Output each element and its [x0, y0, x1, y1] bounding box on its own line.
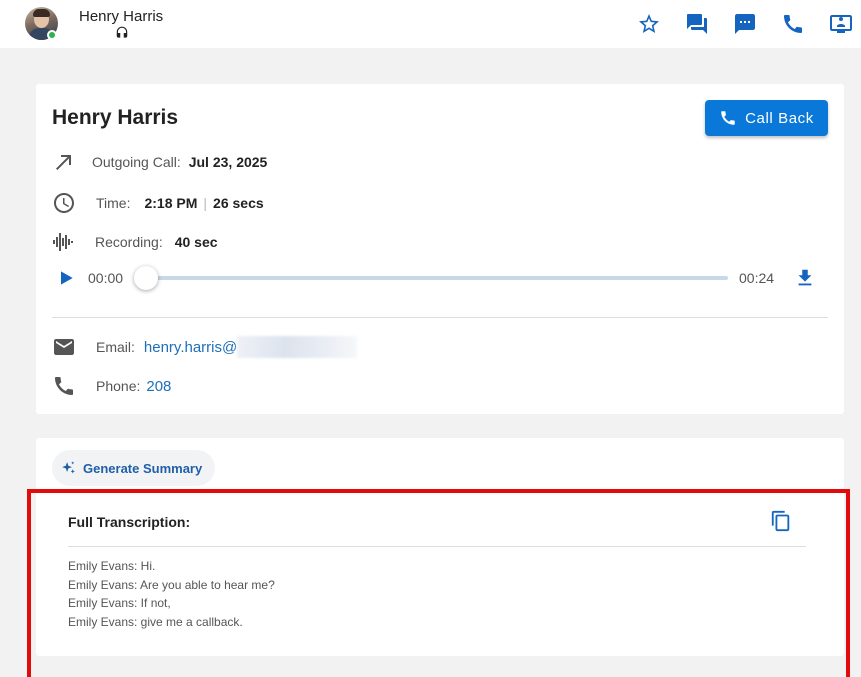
- phone-icon: [721, 111, 735, 125]
- call-details-card: Henry Harris Call Back Outgoing Call: Ju…: [36, 84, 844, 414]
- sparkle-icon: [62, 460, 75, 473]
- presence-status-dot: [47, 30, 57, 40]
- divider: [52, 317, 828, 318]
- direction-label: Outgoing Call:: [92, 154, 181, 170]
- redacted-email-domain: [237, 336, 358, 358]
- phone-icon[interactable]: [781, 12, 805, 36]
- transcription-card: Generate Summary Full Transcription: Emi…: [36, 438, 844, 656]
- download-icon[interactable]: [794, 267, 816, 289]
- recording-row: Recording: 40 sec: [52, 230, 218, 254]
- email-row: Email: henry.harris@: [52, 335, 358, 359]
- phone-icon: [55, 377, 73, 395]
- audio-player: 00:00 00:24: [52, 264, 828, 292]
- chat-icon[interactable]: [685, 12, 709, 36]
- headset-icon: [116, 26, 128, 38]
- phone-row: Phone: 208: [52, 374, 171, 398]
- call-date: Jul 23, 2025: [188, 154, 268, 170]
- contact-name: Henry Harris: [52, 106, 179, 129]
- play-icon[interactable]: [56, 268, 76, 288]
- phone-label: Phone:: [96, 378, 141, 394]
- phone-link[interactable]: 208: [146, 378, 171, 395]
- generate-summary-label: Generate Summary: [83, 460, 203, 476]
- waveform-icon: [53, 233, 73, 251]
- email-label: Email:: [96, 339, 135, 355]
- transcription-line: Emily Evans: Hi.: [68, 559, 156, 573]
- outgoing-arrow-icon: [56, 155, 71, 170]
- generate-summary-button[interactable]: Generate Summary: [52, 450, 215, 486]
- star-icon[interactable]: [637, 12, 661, 36]
- transcription-line: Emily Evans: If not,: [68, 596, 171, 611]
- call-back-label: Call Back: [745, 109, 814, 127]
- clock-icon: [54, 193, 74, 213]
- sms-icon[interactable]: [733, 12, 757, 36]
- current-time: 00:00: [88, 270, 124, 286]
- transcription-title: Full Transcription:: [68, 514, 191, 530]
- call-direction-row: Outgoing Call: Jul 23, 2025: [52, 150, 267, 174]
- copy-icon[interactable]: [770, 510, 792, 532]
- screen-share-icon[interactable]: [829, 12, 853, 36]
- seek-thumb[interactable]: [134, 266, 158, 290]
- call-time-row: Time: 2:18 PM | 26 secs: [52, 191, 264, 215]
- call-time: 2:18 PM: [144, 195, 198, 211]
- total-time: 00:24: [739, 270, 775, 286]
- seek-track[interactable]: [148, 276, 728, 280]
- call-back-button[interactable]: Call Back: [705, 100, 828, 136]
- call-duration: 26 secs: [213, 195, 264, 211]
- transcription-lines: Emily Evans: Hi. Emily Evans: Are you ab…: [68, 557, 275, 632]
- top-bar: Henry Harris: [0, 0, 861, 48]
- divider: [68, 546, 806, 547]
- time-label: Time:: [96, 195, 131, 211]
- user-name: Henry Harris: [79, 8, 164, 25]
- recording-length: 40 sec: [174, 234, 218, 250]
- email-link[interactable]: henry.harris@: [144, 339, 237, 356]
- recording-label: Recording:: [95, 234, 163, 250]
- transcription-line: Emily Evans: Are you able to hear me?: [68, 577, 275, 592]
- transcription-line: Emily Evans: give me a callback.: [68, 615, 243, 630]
- email-icon: [54, 339, 74, 355]
